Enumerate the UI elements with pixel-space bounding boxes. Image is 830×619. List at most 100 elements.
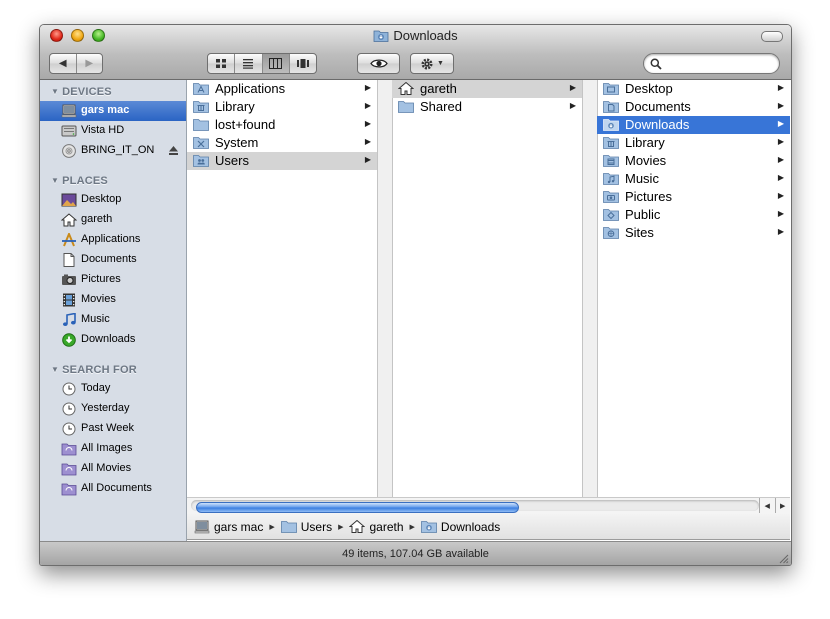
sidebar-item-vista-hd[interactable]: Vista HD [40,121,186,141]
disclosure-arrow-icon: ▶ [364,83,371,92]
resize-grip-icon[interactable] [778,553,789,564]
list-item[interactable]: Desktop ▶ [597,80,790,98]
list-item[interactable]: Library ▶ [187,98,377,116]
search-icon [650,58,662,70]
path-crumb-users[interactable]: Users [280,520,332,534]
sidebar-item-applications[interactable]: Applications [40,230,186,250]
list-item[interactable]: System ▶ [187,134,377,152]
sidebar-item-documents[interactable]: Documents [40,250,186,270]
column-3[interactable]: Desktop ▶ Documents ▶ Downloads ▶ Librar… [597,80,790,497]
status-text: 49 items, 107.04 GB available [342,548,489,560]
sidebar-item-desktop[interactable]: Desktop [40,190,186,210]
path-crumb-gars-mac[interactable]: gars mac [194,520,263,534]
column-view-button[interactable] [261,54,289,73]
path-separator-icon: ▶ [269,523,275,531]
scrollbar-track[interactable] [191,500,759,513]
folder-icon [193,119,209,131]
list-item[interactable]: Library ▶ [597,134,790,152]
sidebar-item-all-images[interactable]: All Images [40,439,186,459]
column-1[interactable]: Applications ▶ Library ▶ lost+found ▶ Sy… [187,80,388,497]
music-note-icon [63,313,76,326]
list-view-button[interactable] [234,54,261,73]
list-view-icon [243,59,254,69]
sidebar-item-all-movies[interactable]: All Movies [40,459,186,479]
disclosure-arrow-icon: ▶ [777,227,784,236]
list-item-selected[interactable]: Downloads ▶ [597,116,790,134]
clock-icon [62,422,76,436]
column-2[interactable]: gareth ▶ Shared ▶ || [392,80,593,497]
disclosure-arrow-icon: ▶ [364,119,371,128]
disclosure-arrow-icon: ▶ [777,119,784,128]
sidebar-item-today[interactable]: Today [40,379,186,399]
downloads-folder-icon [373,30,389,42]
downloads-folder-icon [603,119,619,131]
column-divider [583,80,598,497]
folder-icon [280,521,297,533]
computer-icon [194,520,210,533]
eject-icon[interactable] [168,145,179,156]
list-item[interactable]: Music ▶ [597,170,790,188]
action-menu-button[interactable]: ▼ [410,53,454,74]
list-item[interactable]: Public ▶ [597,206,790,224]
folder-icon [398,101,414,113]
applications-icon [62,233,76,247]
sidebar-item-pictures[interactable]: Pictures [40,270,186,290]
sidebar-item-yesterday[interactable]: Yesterday [40,399,186,419]
sidebar-item-gareth[interactable]: gareth [40,210,186,230]
icon-view-icon [216,59,227,68]
cover-flow-icon [296,59,309,68]
icon-view-button[interactable] [208,54,234,73]
status-bar: 49 items, 107.04 GB available [40,541,791,565]
sidebar-item-music[interactable]: Music [40,310,186,330]
window-title-text: Downloads [393,28,458,43]
disclosure-arrow-icon: ▶ [777,173,784,182]
users-folder-icon [193,155,209,167]
path-crumb-gareth[interactable]: gareth [349,520,404,534]
disclosure-arrow-icon: ▶ [777,137,784,146]
horizontal-scrollbar[interactable]: ◀ ▶ [187,497,790,515]
scroll-left-button[interactable]: ◀ [760,498,775,513]
list-item[interactable]: Movies ▶ [597,152,790,170]
cover-flow-view-button[interactable] [288,54,316,73]
camera-icon [62,274,76,285]
disclosure-arrow-icon: ▶ [777,155,784,164]
desktop-folder-icon [603,83,619,95]
search-input[interactable] [664,56,776,72]
list-item[interactable]: Sites ▶ [597,224,790,242]
desktop-icon [61,193,77,207]
download-icon [62,333,76,347]
disclosure-triangle-icon: ▼ [51,365,60,374]
computer-icon [61,104,77,118]
library-folder-icon [603,137,619,149]
toolbar-toggle-button[interactable] [761,31,783,42]
list-item-selected[interactable]: gareth ▶ [392,80,582,98]
sidebar-section-places[interactable]: ▼ PLACES [51,175,108,187]
sidebar-item-gars-mac[interactable]: gars mac [40,101,186,121]
eye-icon [369,59,388,68]
sidebar-item-bring-it-on[interactable]: BRING_IT_ON [40,141,186,161]
forward-button[interactable]: ▶ [75,54,103,73]
back-button[interactable]: ◀ [50,54,76,73]
scroll-right-button[interactable]: ▶ [774,498,791,513]
sidebar-item-movies[interactable]: Movies [40,290,186,310]
disclosure-triangle-icon: ▼ [51,87,60,96]
list-item[interactable]: Documents ▶ [597,98,790,116]
list-item[interactable]: Shared ▶ [392,98,582,116]
downloads-folder-icon [421,521,437,533]
path-crumb-downloads[interactable]: Downloads [421,520,500,534]
list-item-selected[interactable]: Users ▶ [187,152,377,170]
search-field[interactable] [643,53,780,74]
sidebar-item-past-week[interactable]: Past Week [40,419,186,439]
sidebar-item-all-documents[interactable]: All Documents [40,479,186,499]
sidebar-item-downloads[interactable]: Downloads [40,330,186,350]
quick-look-button[interactable] [357,53,400,74]
sidebar-section-search-for[interactable]: ▼ SEARCH FOR [51,364,137,376]
sidebar-section-devices[interactable]: ▼ DEVICES [51,86,112,98]
titlebar: Downloads ◀ ▶ ▼ [40,25,791,80]
disclosure-arrow-icon: ▶ [777,101,784,110]
list-item[interactable]: lost+found ▶ [187,116,377,134]
list-item[interactable]: Pictures ▶ [597,188,790,206]
scrollbar-thumb[interactable] [196,502,519,513]
disclosure-arrow-icon: ▶ [364,101,371,110]
list-item[interactable]: Applications ▶ [187,80,377,98]
